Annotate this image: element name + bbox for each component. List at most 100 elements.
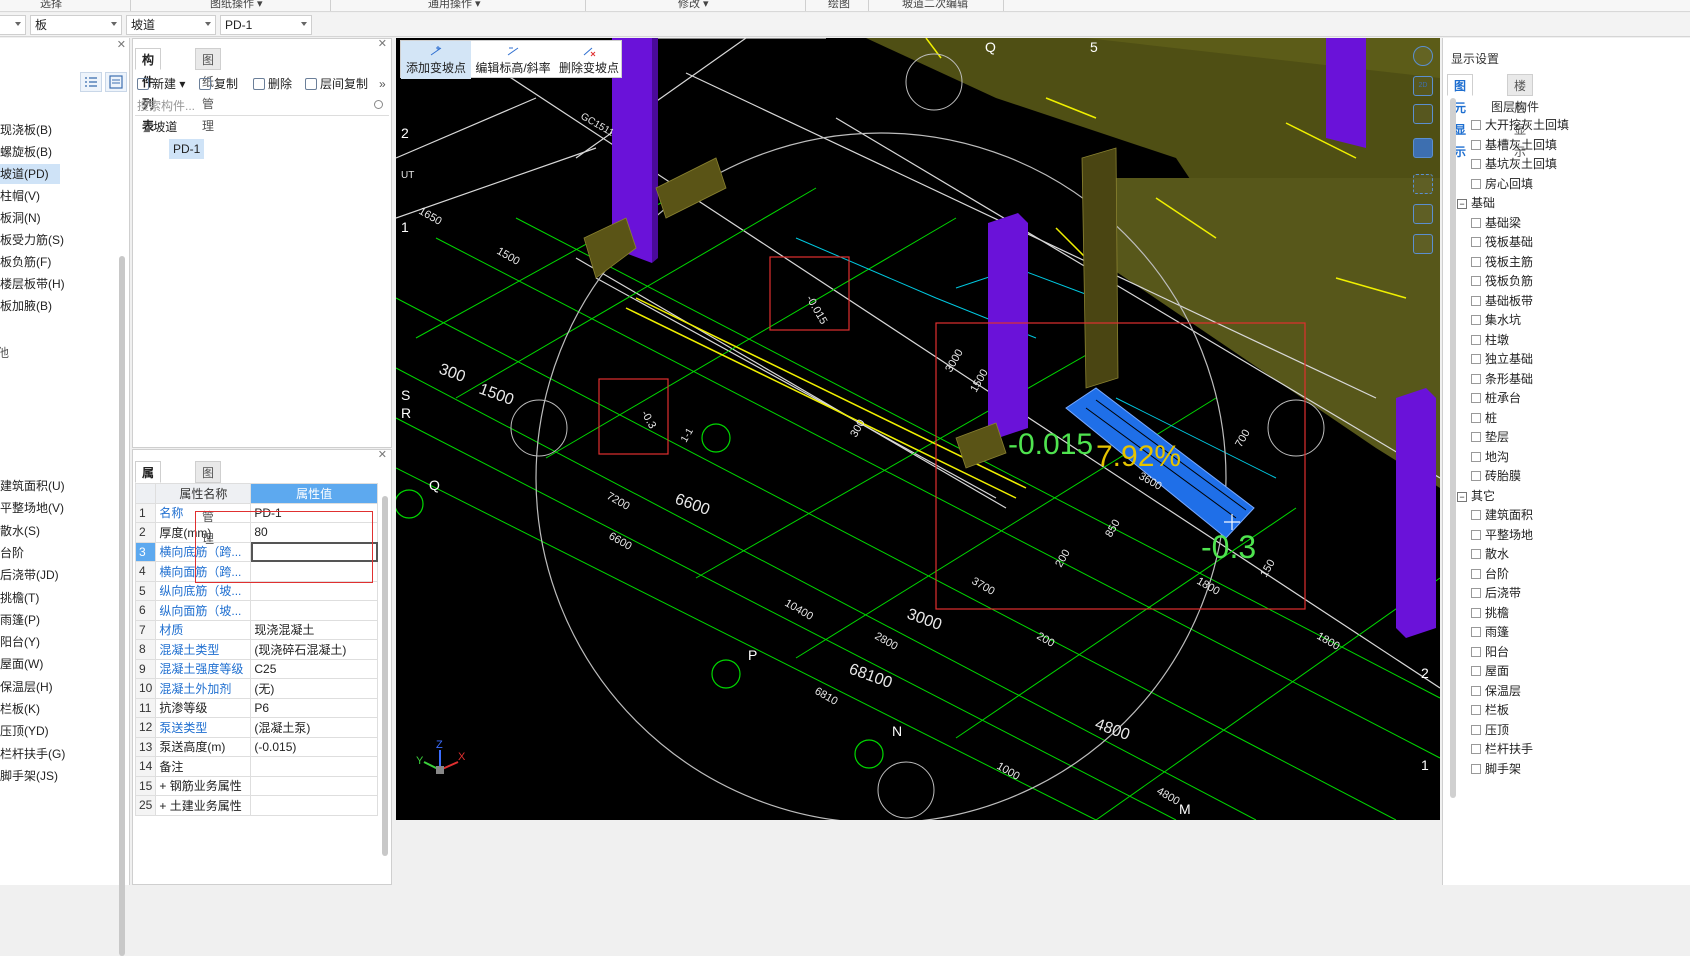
layer-item[interactable]: 建筑面积 (1471, 506, 1533, 525)
layer-item[interactable]: 筏板主筋 (1471, 253, 1533, 272)
ribbon-select[interactable]: 选择 (40, 0, 62, 11)
checkbox-icon[interactable] (1471, 217, 1481, 228)
checkbox-icon[interactable] (1471, 763, 1481, 774)
nav-item[interactable]: 柱帽(V) (0, 186, 40, 206)
property-row[interactable]: 10 混凝土外加剂 (无) (134, 678, 378, 699)
edit-elevation-button[interactable]: 编辑标高/斜率 (473, 41, 553, 79)
checkbox-icon[interactable] (1471, 315, 1481, 325)
checkbox-icon[interactable] (1471, 529, 1481, 540)
ribbon-common-ops[interactable]: 通用操作 ▾ (428, 0, 481, 11)
layer-item[interactable]: 栏杆扶手 (1471, 740, 1533, 759)
property-row[interactable]: 12 泵送类型 (混凝土泵) (134, 717, 378, 738)
property-value[interactable]: P6 (250, 697, 378, 718)
nav-item-other[interactable]: 散水(S) (0, 521, 40, 541)
nav-item-other[interactable]: 建筑面积(U) (0, 476, 65, 496)
checkbox-icon[interactable] (1471, 295, 1481, 306)
checkbox-icon[interactable] (1471, 334, 1481, 345)
nav-item[interactable]: 楼层板带(H) (0, 274, 65, 294)
property-row[interactable]: 7 材质 现浇混凝土 (134, 619, 378, 640)
nav-item-other[interactable]: 压顶(YD) (0, 721, 49, 741)
layer-item[interactable]: 压顶 (1471, 721, 1509, 740)
layer-item[interactable]: 挑檐 (1471, 604, 1509, 623)
property-value[interactable] (250, 580, 378, 601)
fit-view-icon[interactable] (1413, 174, 1433, 194)
property-value[interactable]: (-0.015) (250, 736, 378, 757)
nav-item-other[interactable]: 屋面(W) (0, 654, 43, 674)
display-scrollbar[interactable] (1449, 98, 1457, 818)
ribbon-ramp-edit[interactable]: 坡道二次编辑 (902, 0, 968, 11)
layer-item[interactable]: 基础梁 (1471, 214, 1521, 233)
layer-item[interactable]: 后浇带 (1471, 584, 1521, 603)
nav-item[interactable]: 板受力筋(S) (0, 230, 64, 250)
list-view-icon[interactable] (80, 72, 102, 92)
nav-scrollbar[interactable] (118, 134, 126, 956)
layer-group[interactable]: − 基础 (1457, 194, 1495, 213)
nav-item[interactable]: 板负筋(F) (0, 252, 51, 272)
close-icon[interactable]: ✕ (378, 448, 387, 461)
property-row[interactable]: 11 抗渗等级 P6 (134, 697, 378, 718)
property-row[interactable]: 5 纵向底筋（坡... (134, 580, 378, 601)
tab-floor-display[interactable]: 楼层显示 (1507, 74, 1534, 159)
checkbox-icon[interactable] (1471, 237, 1481, 247)
collapse-icon[interactable]: − (1457, 199, 1467, 209)
layer-item[interactable]: 台阶 (1471, 565, 1509, 584)
property-row[interactable]: 14 备注 (134, 756, 378, 777)
component-select[interactable]: PD-1 (220, 15, 312, 35)
checkbox-icon[interactable] (1471, 373, 1481, 384)
layer-item[interactable]: 桩承台 (1471, 389, 1521, 408)
layer-item[interactable]: 筏板基础 (1471, 233, 1533, 252)
tab-property-list[interactable]: 属性列表 (135, 461, 162, 546)
checkbox-icon[interactable] (1471, 120, 1481, 130)
nav-item-other[interactable]: 保温层(H) (0, 677, 53, 697)
layer-item[interactable]: 柱墩 (1471, 331, 1509, 350)
property-value[interactable] (250, 756, 378, 777)
checkbox-icon[interactable] (1471, 510, 1481, 520)
layer-item[interactable]: 垫层 (1471, 428, 1509, 447)
rotate-view-icon[interactable] (1413, 46, 1433, 66)
property-value[interactable] (250, 795, 378, 816)
layer-item[interactable]: 基坑灰土回填 (1471, 155, 1557, 174)
layer-item[interactable]: 栏板 (1471, 701, 1509, 720)
checkbox-icon[interactable] (1471, 588, 1481, 598)
collapse-icon[interactable]: − (1457, 491, 1467, 502)
type-select[interactable]: 坡道 (126, 15, 216, 35)
layer-item[interactable]: 地沟 (1471, 448, 1509, 467)
checkbox-icon[interactable] (1471, 139, 1481, 150)
layer-item[interactable]: 散水 (1471, 545, 1509, 564)
view-2d-icon[interactable]: 2D (1413, 76, 1433, 96)
property-value[interactable]: (混凝土泵) (250, 717, 378, 738)
box-view-icon[interactable] (1413, 204, 1433, 224)
layer-item[interactable]: 平整场地 (1471, 526, 1533, 545)
checkbox-icon[interactable] (1471, 412, 1481, 423)
nav-item[interactable]: 坡道(PD) (0, 164, 60, 184)
property-value[interactable]: (无) (250, 678, 378, 699)
layer-item[interactable]: 大开挖灰土回填 (1471, 116, 1569, 135)
nav-item[interactable]: 板洞(N) (0, 208, 41, 228)
nav-item[interactable]: 现浇板(B) (0, 120, 52, 140)
property-row[interactable]: 15 + 钢筋业务属性 (134, 775, 378, 796)
checkbox-icon[interactable] (1471, 666, 1481, 676)
collapse-icon[interactable]: ◢ (143, 123, 150, 133)
layer-item[interactable]: 砖胎膜 (1471, 467, 1521, 486)
ribbon-drawing-ops[interactable]: 图纸操作 ▾ (210, 0, 263, 11)
layer-item[interactable]: 保温层 (1471, 682, 1521, 701)
tab-component-list[interactable]: 构件列表 (135, 48, 162, 133)
checkbox-icon[interactable] (1471, 178, 1481, 189)
layer-item[interactable]: 基础板带 (1471, 292, 1533, 311)
checkbox-icon[interactable] (1471, 471, 1481, 481)
layer-item[interactable]: 独立基础 (1471, 350, 1533, 369)
layer-item[interactable]: 雨篷 (1471, 623, 1509, 642)
property-row[interactable]: 9 混凝土强度等级 C25 (134, 658, 378, 679)
delete-button[interactable]: 删除 (253, 74, 292, 94)
ribbon-draw[interactable]: 绘图 (828, 0, 850, 11)
layer-item[interactable]: 阳台 (1471, 643, 1509, 662)
property-value[interactable]: C25 (250, 658, 378, 679)
checkbox-icon[interactable] (1471, 724, 1481, 735)
copy-button[interactable]: 复制 (199, 74, 238, 94)
property-value[interactable]: 现浇混凝土 (250, 619, 378, 640)
checkbox-icon[interactable] (1471, 451, 1481, 462)
nav-item-other[interactable]: 后浇带(JD) (0, 565, 59, 585)
nav-item[interactable]: 螺旋板(B) (0, 142, 52, 162)
display-scroll-thumb[interactable] (1450, 98, 1456, 798)
nav-item-other[interactable]: 脚手架(JS) (0, 766, 58, 786)
